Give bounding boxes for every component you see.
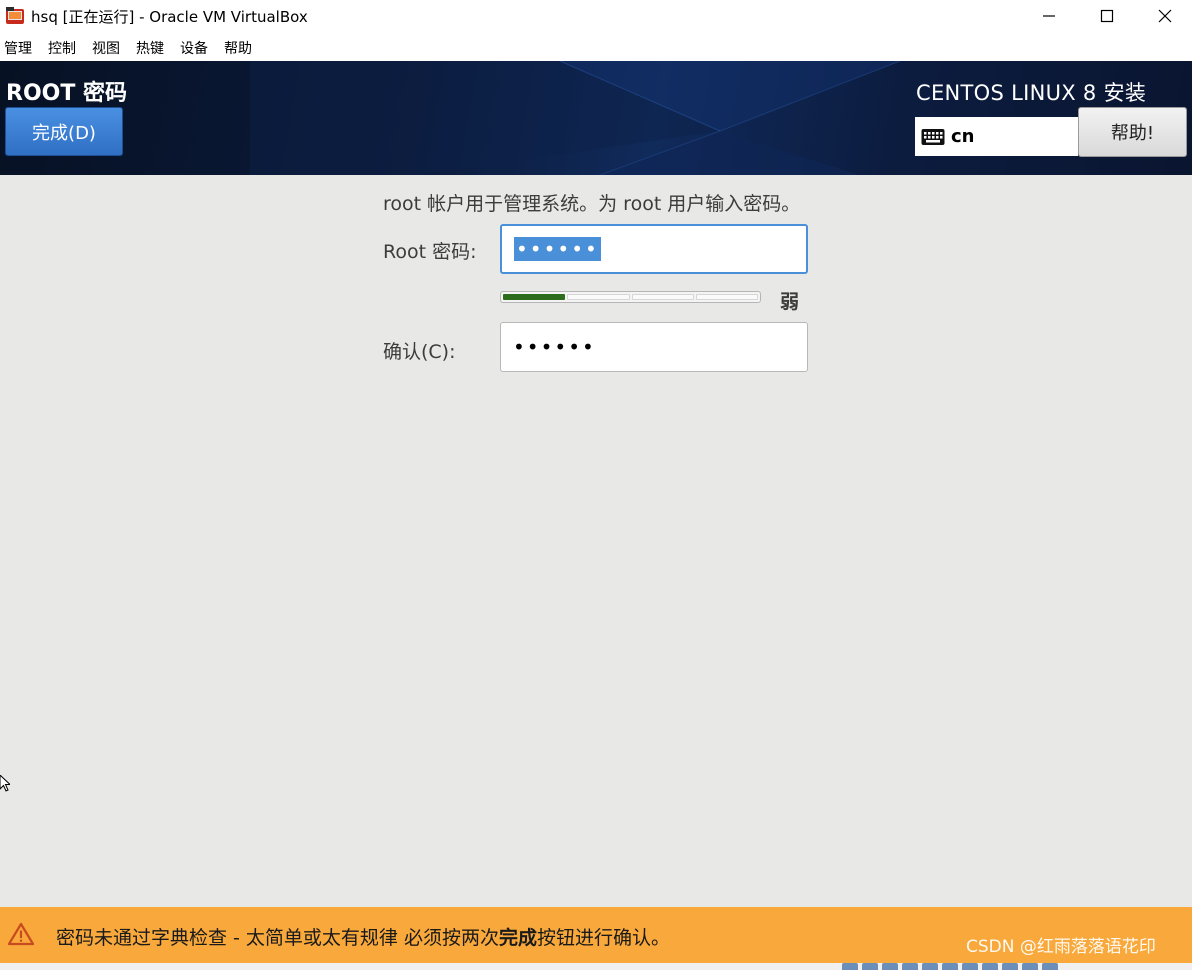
- confirm-password-input[interactable]: ••••••: [500, 322, 808, 372]
- close-icon: [1158, 9, 1172, 23]
- maximize-icon: [1100, 9, 1114, 23]
- root-password-value: ••••••: [514, 237, 601, 261]
- menu-hotkeys[interactable]: 热键: [136, 38, 164, 58]
- root-password-input[interactable]: ••••••: [500, 224, 808, 274]
- optical-drive-icon[interactable]: [862, 963, 878, 970]
- shared-folders-icon[interactable]: [942, 963, 958, 970]
- root-password-form: root 帐户用于管理系统。为 root 用户输入密码。 Root 密码: ••…: [0, 175, 1192, 907]
- cpu-icon[interactable]: [1002, 963, 1018, 970]
- page-title: ROOT 密码: [6, 81, 128, 106]
- keyboard-layout-indicator[interactable]: cn: [915, 117, 1078, 156]
- strength-segment: [503, 294, 566, 300]
- network-icon[interactable]: [902, 963, 918, 970]
- minimize-icon: [1043, 15, 1055, 17]
- menu-manage[interactable]: 管理: [4, 38, 32, 58]
- vm-status-bar: [0, 963, 1192, 970]
- confirm-password-label: 确认(C):: [383, 341, 456, 363]
- window-title: hsq [正在运行] - Oracle VM VirtualBox: [31, 8, 308, 26]
- keyboard-layout-label: cn: [951, 126, 975, 147]
- mouse-integration-icon[interactable]: [1022, 963, 1038, 970]
- intro-text: root 帐户用于管理系统。为 root 用户输入密码。: [383, 193, 801, 215]
- menu-view[interactable]: 视图: [92, 38, 120, 58]
- status-icons: [842, 963, 1058, 970]
- audio-icon[interactable]: [882, 963, 898, 970]
- warning-message: 密码未通过字典检查 - 太简单或太有规律 必须按两次完成按钮进行确认。: [56, 923, 670, 950]
- warning-text-end: 按钮进行确认。: [537, 927, 671, 949]
- product-title: CENTOS LINUX 8 安装: [916, 81, 1147, 105]
- close-button[interactable]: [1136, 0, 1192, 32]
- strength-segment: [695, 294, 758, 300]
- display-icon[interactable]: [962, 963, 978, 970]
- strength-segment: [567, 294, 630, 300]
- minimize-button[interactable]: [1020, 0, 1078, 32]
- menu-devices[interactable]: 设备: [180, 38, 208, 58]
- menu-help[interactable]: 帮助: [224, 38, 252, 58]
- help-button[interactable]: 帮助!: [1078, 107, 1187, 157]
- password-strength-meter: [500, 291, 761, 303]
- maximize-button[interactable]: [1078, 0, 1136, 32]
- warning-text-start: 密码未通过字典检查 - 太简单或太有规律 必须按两次: [56, 927, 499, 949]
- recording-icon[interactable]: [982, 963, 998, 970]
- keyboard-icon: [921, 128, 945, 145]
- warning-text-emphasis: 完成: [498, 927, 537, 949]
- mouse-pointer-icon: [0, 775, 10, 792]
- done-button[interactable]: 完成(D): [5, 107, 123, 156]
- hard-disk-icon[interactable]: [842, 963, 858, 970]
- keyboard-capture-icon[interactable]: [1042, 963, 1058, 970]
- usb-icon[interactable]: [922, 963, 938, 970]
- virtualbox-icon: [6, 7, 24, 24]
- root-password-label: Root 密码:: [383, 241, 477, 263]
- window-title-bar: hsq [正在运行] - Oracle VM VirtualBox: [0, 0, 1192, 34]
- warning-triangle-icon: [8, 922, 34, 946]
- watermark: CSDN @红雨落落语花印: [966, 937, 1156, 957]
- confirm-password-value: ••••••: [513, 335, 596, 359]
- password-strength-label: 弱: [780, 291, 800, 313]
- installer-header: ROOT 密码 完成(D) CENTOS LINUX 8 安装 cn 帮助!: [0, 61, 1192, 175]
- menu-control[interactable]: 控制: [48, 38, 76, 58]
- menu-bar: 管理 控制 视图 热键 设备 帮助: [0, 36, 1192, 60]
- strength-segment: [631, 294, 694, 300]
